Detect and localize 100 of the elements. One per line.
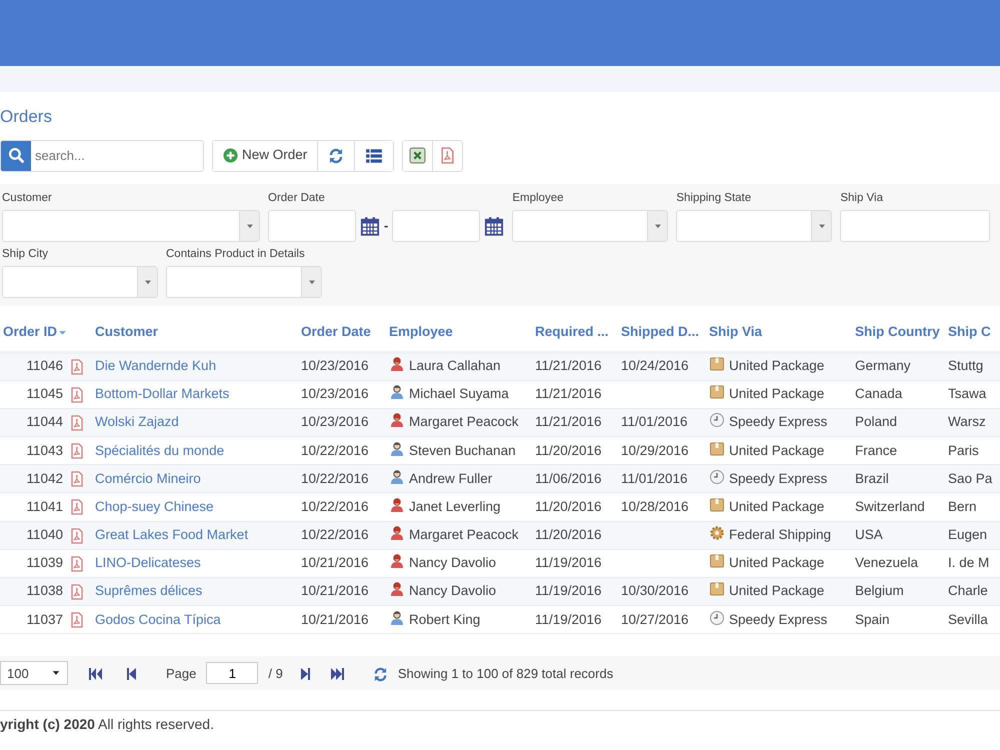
clock-icon: [709, 468, 725, 485]
date-text: 10/30/2016: [621, 583, 689, 598]
dropdown-field[interactable]: [2, 210, 260, 242]
employee-name: Robert King: [409, 612, 480, 627]
shipper-name: United Package: [729, 555, 824, 570]
filter-label: Employee: [512, 190, 564, 206]
employee-name: Margaret Peacock: [409, 414, 519, 430]
package-icon: [709, 553, 725, 570]
order-id: 11043: [26, 442, 63, 458]
shipper-name: Speedy Express: [729, 414, 828, 430]
female-user-icon: [389, 525, 405, 542]
customer-link[interactable]: Suprêmes délices: [95, 583, 202, 598]
shipper-name: United Package: [729, 358, 824, 374]
copyright-text: yright (c) 2020 All rights reserved.: [0, 710, 1000, 734]
city-text: I. de M: [948, 555, 990, 570]
pdf-icon: [69, 584, 85, 600]
dropdown-field[interactable]: [676, 210, 832, 242]
date-text: 10/23/2016: [301, 414, 369, 430]
dropdown-field[interactable]: [166, 266, 322, 298]
filter-label: Contains Product in Details: [166, 246, 306, 262]
date-text: 10/22/2016: [301, 442, 369, 458]
pdf-icon: [69, 528, 85, 544]
shipper-name: United Package: [729, 498, 824, 514]
page-title: Orders: [0, 106, 53, 128]
customer-link[interactable]: Bottom-Dollar Markets: [95, 386, 230, 402]
date-text: 10/28/2016: [621, 498, 689, 514]
pdf-export-button[interactable]: [432, 140, 462, 170]
date-text: 10/27/2016: [621, 612, 689, 627]
date-text: 10/24/2016: [621, 358, 689, 374]
city-text: Stuttg: [948, 358, 984, 374]
male-user-icon: [389, 468, 405, 485]
customer-link[interactable]: Spécialités du monde: [95, 442, 224, 458]
search-field[interactable]: search...: [0, 140, 204, 172]
shipper-name: United Package: [729, 583, 824, 598]
shipper-name: United Package: [729, 386, 824, 402]
gear-icon: [709, 525, 725, 542]
date-text: 10/22/2016: [301, 498, 369, 514]
city-text: Warsz: [948, 414, 986, 430]
city-text: Eugen: [948, 527, 988, 542]
spreadsheet-icon: [409, 147, 426, 164]
customer-link[interactable]: LINO-Delicateses: [95, 555, 201, 570]
customer-link[interactable]: Die Wandernde Kuh: [95, 358, 216, 374]
package-icon: [709, 384, 725, 400]
filter-label: Customer: [2, 190, 53, 206]
date-text: 10/21/2016: [301, 555, 369, 570]
date-text: 10/29/2016: [621, 442, 689, 458]
date-text: 11/21/2016: [535, 414, 602, 430]
pdf-icon: [439, 147, 456, 164]
dropdown-field[interactable]: [2, 266, 158, 298]
country-text: Canada: [855, 386, 902, 402]
calendar-icon: [484, 216, 504, 236]
date-text: 10/23/2016: [301, 386, 369, 402]
page-size-select[interactable]: 100: [0, 661, 68, 686]
date-text: 11/06/2016: [535, 470, 602, 486]
country-text: Germany: [855, 358, 911, 374]
calendar-icon: [360, 216, 380, 236]
date-field[interactable]: [392, 210, 480, 242]
employee-name: Andrew Fuller: [409, 470, 492, 486]
date-text: 11/19/2016: [535, 612, 602, 627]
employee-name: Nancy Davolio: [409, 583, 496, 598]
male-user-icon: [389, 610, 405, 626]
date-text: 11/21/2016: [535, 358, 602, 374]
customer-link[interactable]: Godos Cocina Típica: [95, 612, 221, 627]
pdf-icon: [69, 612, 85, 628]
country-text: Belgium: [855, 583, 904, 598]
employee-name: Laura Callahan: [409, 358, 501, 374]
female-user-icon: [389, 412, 405, 428]
order-id: 11044: [26, 414, 63, 430]
pdf-icon: [69, 414, 85, 431]
employee-name: Janet Leverling: [409, 498, 501, 514]
date-field[interactable]: [268, 210, 356, 242]
date-text: 11/19/2016: [535, 583, 602, 598]
customer-link[interactable]: Wolski Zajazd: [95, 414, 179, 430]
country-text: France: [855, 442, 898, 458]
date-text: 10/22/2016: [301, 470, 369, 486]
employee-name: Margaret Peacock: [409, 527, 519, 542]
dropdown-field[interactable]: [512, 210, 668, 242]
customer-link[interactable]: Great Lakes Food Market: [95, 527, 248, 542]
female-user-icon: [389, 553, 405, 570]
input-field[interactable]: [840, 210, 990, 242]
female-user-icon: [389, 496, 405, 513]
filter-label: Order Date: [268, 190, 326, 206]
records-summary: Showing 1 to 100 of 829 total records: [398, 664, 614, 683]
page-input[interactable]: 1: [206, 662, 258, 684]
female-user-icon: [389, 581, 405, 598]
shipper-name: United Package: [729, 442, 824, 458]
pdf-icon: [69, 386, 85, 403]
country-text: Brazil: [855, 470, 889, 486]
order-id: 11039: [26, 555, 63, 570]
list-view-button[interactable]: [354, 140, 394, 170]
country-text: USA: [855, 527, 883, 542]
employee-name: Steven Buchanan: [409, 442, 516, 458]
filter-label: Ship City: [2, 246, 50, 262]
customer-link[interactable]: Comércio Mineiro: [95, 470, 201, 486]
order-id: 11040: [26, 527, 63, 542]
refresh-icon: [328, 148, 344, 164]
first-page-icon: [86, 666, 104, 682]
customer-link[interactable]: Chop-suey Chinese: [95, 498, 214, 514]
city-text: Sevilla: [948, 612, 988, 627]
city-text: Sao Pa: [948, 470, 992, 486]
